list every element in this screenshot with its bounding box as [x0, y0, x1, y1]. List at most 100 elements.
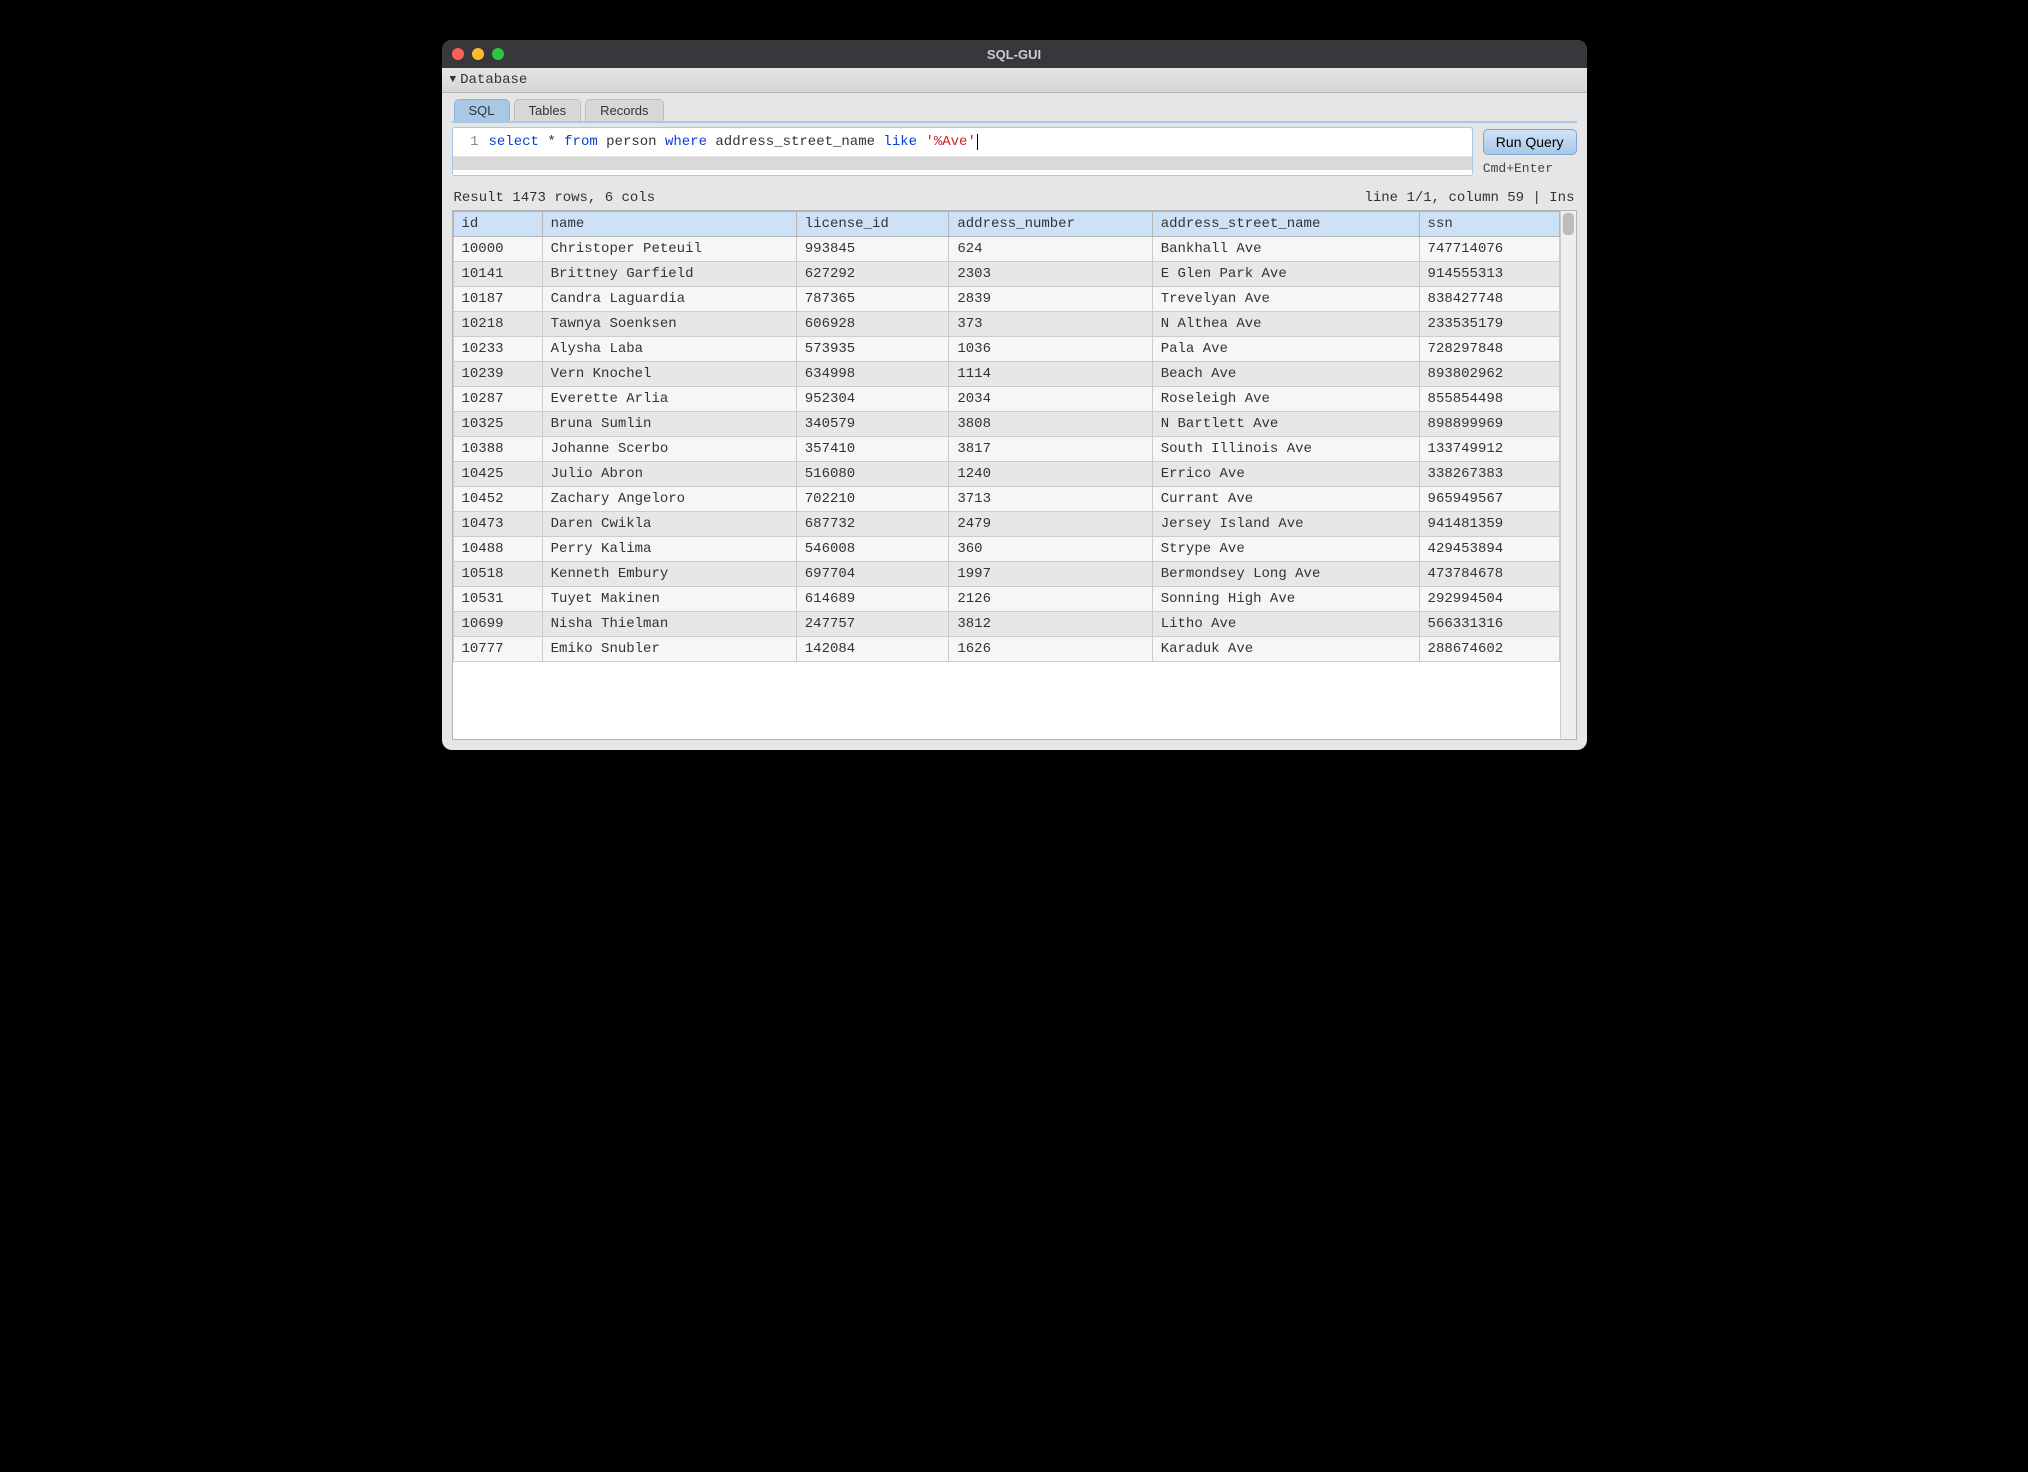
- table-cell: Strype Ave: [1152, 537, 1419, 562]
- table-cell: 10488: [453, 537, 542, 562]
- table-cell: 2479: [949, 512, 1152, 537]
- table-cell: 142084: [796, 637, 949, 662]
- results-table-wrap: idnamelicense_idaddress_numberaddress_st…: [452, 210, 1577, 740]
- table-cell: Tawnya Soenksen: [542, 312, 796, 337]
- table-cell: Julio Abron: [542, 462, 796, 487]
- table-cell: Tuyet Makinen: [542, 587, 796, 612]
- column-header[interactable]: address_street_name: [1152, 212, 1419, 237]
- table-cell: 10473: [453, 512, 542, 537]
- table-row[interactable]: 10452Zachary Angeloro7022103713Currant A…: [453, 487, 1559, 512]
- table-cell: Roseleigh Ave: [1152, 387, 1419, 412]
- table-cell: 728297848: [1419, 337, 1559, 362]
- table-cell: 566331316: [1419, 612, 1559, 637]
- table-row[interactable]: 10518Kenneth Embury6977041997Bermondsey …: [453, 562, 1559, 587]
- table-cell: 3713: [949, 487, 1152, 512]
- tabstrip: SQL Tables Records: [452, 99, 1577, 123]
- status-line: Result 1473 rows, 6 cols line 1/1, colum…: [452, 190, 1577, 206]
- table-row[interactable]: 10233Alysha Laba5739351036Pala Ave728297…: [453, 337, 1559, 362]
- tab-tables[interactable]: Tables: [514, 99, 582, 121]
- table-row[interactable]: 10239Vern Knochel6349981114Beach Ave8938…: [453, 362, 1559, 387]
- table-cell: N Bartlett Ave: [1152, 412, 1419, 437]
- table-cell: 573935: [796, 337, 949, 362]
- close-icon[interactable]: [452, 48, 464, 60]
- table-cell: Candra Laguardia: [542, 287, 796, 312]
- table-cell: 2839: [949, 287, 1152, 312]
- table-row[interactable]: 10473Daren Cwikla6877322479Jersey Island…: [453, 512, 1559, 537]
- table-row[interactable]: 10388Johanne Scerbo3574103817South Illin…: [453, 437, 1559, 462]
- traffic-lights: [452, 48, 504, 60]
- table-row[interactable]: 10488Perry Kalima546008360Strype Ave4294…: [453, 537, 1559, 562]
- table-cell: 627292: [796, 262, 949, 287]
- column-header[interactable]: ssn: [1419, 212, 1559, 237]
- table-cell: 10239: [453, 362, 542, 387]
- maximize-icon[interactable]: [492, 48, 504, 60]
- table-row[interactable]: 10287Everette Arlia9523042034Roseleigh A…: [453, 387, 1559, 412]
- table-cell: Trevelyan Ave: [1152, 287, 1419, 312]
- window-title: SQL-GUI: [442, 47, 1587, 62]
- table-cell: 3817: [949, 437, 1152, 462]
- minimize-icon[interactable]: [472, 48, 484, 60]
- column-header[interactable]: address_number: [949, 212, 1152, 237]
- table-cell: 2126: [949, 587, 1152, 612]
- table-cell: 1626: [949, 637, 1152, 662]
- disclosure-down-icon[interactable]: ▼: [450, 74, 457, 86]
- column-header[interactable]: name: [542, 212, 796, 237]
- table-cell: 360: [949, 537, 1152, 562]
- table-row[interactable]: 10425Julio Abron5160801240Errico Ave3382…: [453, 462, 1559, 487]
- table-cell: 10187: [453, 287, 542, 312]
- table-cell: Alysha Laba: [542, 337, 796, 362]
- table-cell: Christoper Peteuil: [542, 237, 796, 262]
- table-cell: Brittney Garfield: [542, 262, 796, 287]
- table-cell: 10325: [453, 412, 542, 437]
- tab-sql[interactable]: SQL: [454, 99, 510, 121]
- table-cell: 3812: [949, 612, 1152, 637]
- column-header[interactable]: license_id: [796, 212, 949, 237]
- table-cell: Sonning High Ave: [1152, 587, 1419, 612]
- table-cell: 373: [949, 312, 1152, 337]
- table-row[interactable]: 10325Bruna Sumlin3405793808N Bartlett Av…: [453, 412, 1559, 437]
- table-cell: Kenneth Embury: [542, 562, 796, 587]
- editor-code[interactable]: select * from person where address_stree…: [489, 134, 1472, 150]
- table-cell: 10000: [453, 237, 542, 262]
- table-cell: 1240: [949, 462, 1152, 487]
- table-cell: 10699: [453, 612, 542, 637]
- table-row[interactable]: 10187Candra Laguardia7873652839Trevelyan…: [453, 287, 1559, 312]
- table-cell: 10287: [453, 387, 542, 412]
- table-cell: 855854498: [1419, 387, 1559, 412]
- editor-gutter: 1: [453, 134, 489, 150]
- table-cell: 340579: [796, 412, 949, 437]
- table-cell: 292994504: [1419, 587, 1559, 612]
- table-row[interactable]: 10777Emiko Snubler1420841626Karaduk Ave2…: [453, 637, 1559, 662]
- tab-records[interactable]: Records: [585, 99, 663, 121]
- table-cell: 606928: [796, 312, 949, 337]
- table-cell: 993845: [796, 237, 949, 262]
- table-cell: 10531: [453, 587, 542, 612]
- table-cell: 702210: [796, 487, 949, 512]
- results-table-scroll[interactable]: idnamelicense_idaddress_numberaddress_st…: [453, 211, 1560, 739]
- table-cell: 1997: [949, 562, 1152, 587]
- table-cell: 614689: [796, 587, 949, 612]
- table-cell: 10388: [453, 437, 542, 462]
- table-cell: 624: [949, 237, 1152, 262]
- table-cell: 787365: [796, 287, 949, 312]
- menu-database[interactable]: Database: [460, 72, 527, 88]
- table-cell: 914555313: [1419, 262, 1559, 287]
- table-row[interactable]: 10218Tawnya Soenksen606928373N Althea Av…: [453, 312, 1559, 337]
- table-row[interactable]: 10699Nisha Thielman2477573812Litho Ave56…: [453, 612, 1559, 637]
- titlebar[interactable]: SQL-GUI: [442, 40, 1587, 68]
- table-cell: 10777: [453, 637, 542, 662]
- table-cell: Currant Ave: [1152, 487, 1419, 512]
- vertical-scrollbar[interactable]: [1560, 211, 1576, 739]
- table-row[interactable]: 10531Tuyet Makinen6146892126Sonning High…: [453, 587, 1559, 612]
- column-header[interactable]: id: [453, 212, 542, 237]
- table-cell: Zachary Angeloro: [542, 487, 796, 512]
- table-row[interactable]: 10141Brittney Garfield6272922303E Glen P…: [453, 262, 1559, 287]
- table-cell: Johanne Scerbo: [542, 437, 796, 462]
- table-row[interactable]: 10000Christoper Peteuil993845624Bankhall…: [453, 237, 1559, 262]
- run-query-button[interactable]: Run Query: [1483, 129, 1577, 155]
- sql-editor[interactable]: 1 select * from person where address_str…: [452, 127, 1473, 176]
- scrollbar-thumb[interactable]: [1563, 213, 1574, 235]
- editor-horizontal-scrollbar[interactable]: [453, 156, 1472, 170]
- content-area: SQL Tables Records 1 select * from perso…: [442, 93, 1587, 750]
- result-summary: Result 1473 rows, 6 cols: [454, 190, 656, 206]
